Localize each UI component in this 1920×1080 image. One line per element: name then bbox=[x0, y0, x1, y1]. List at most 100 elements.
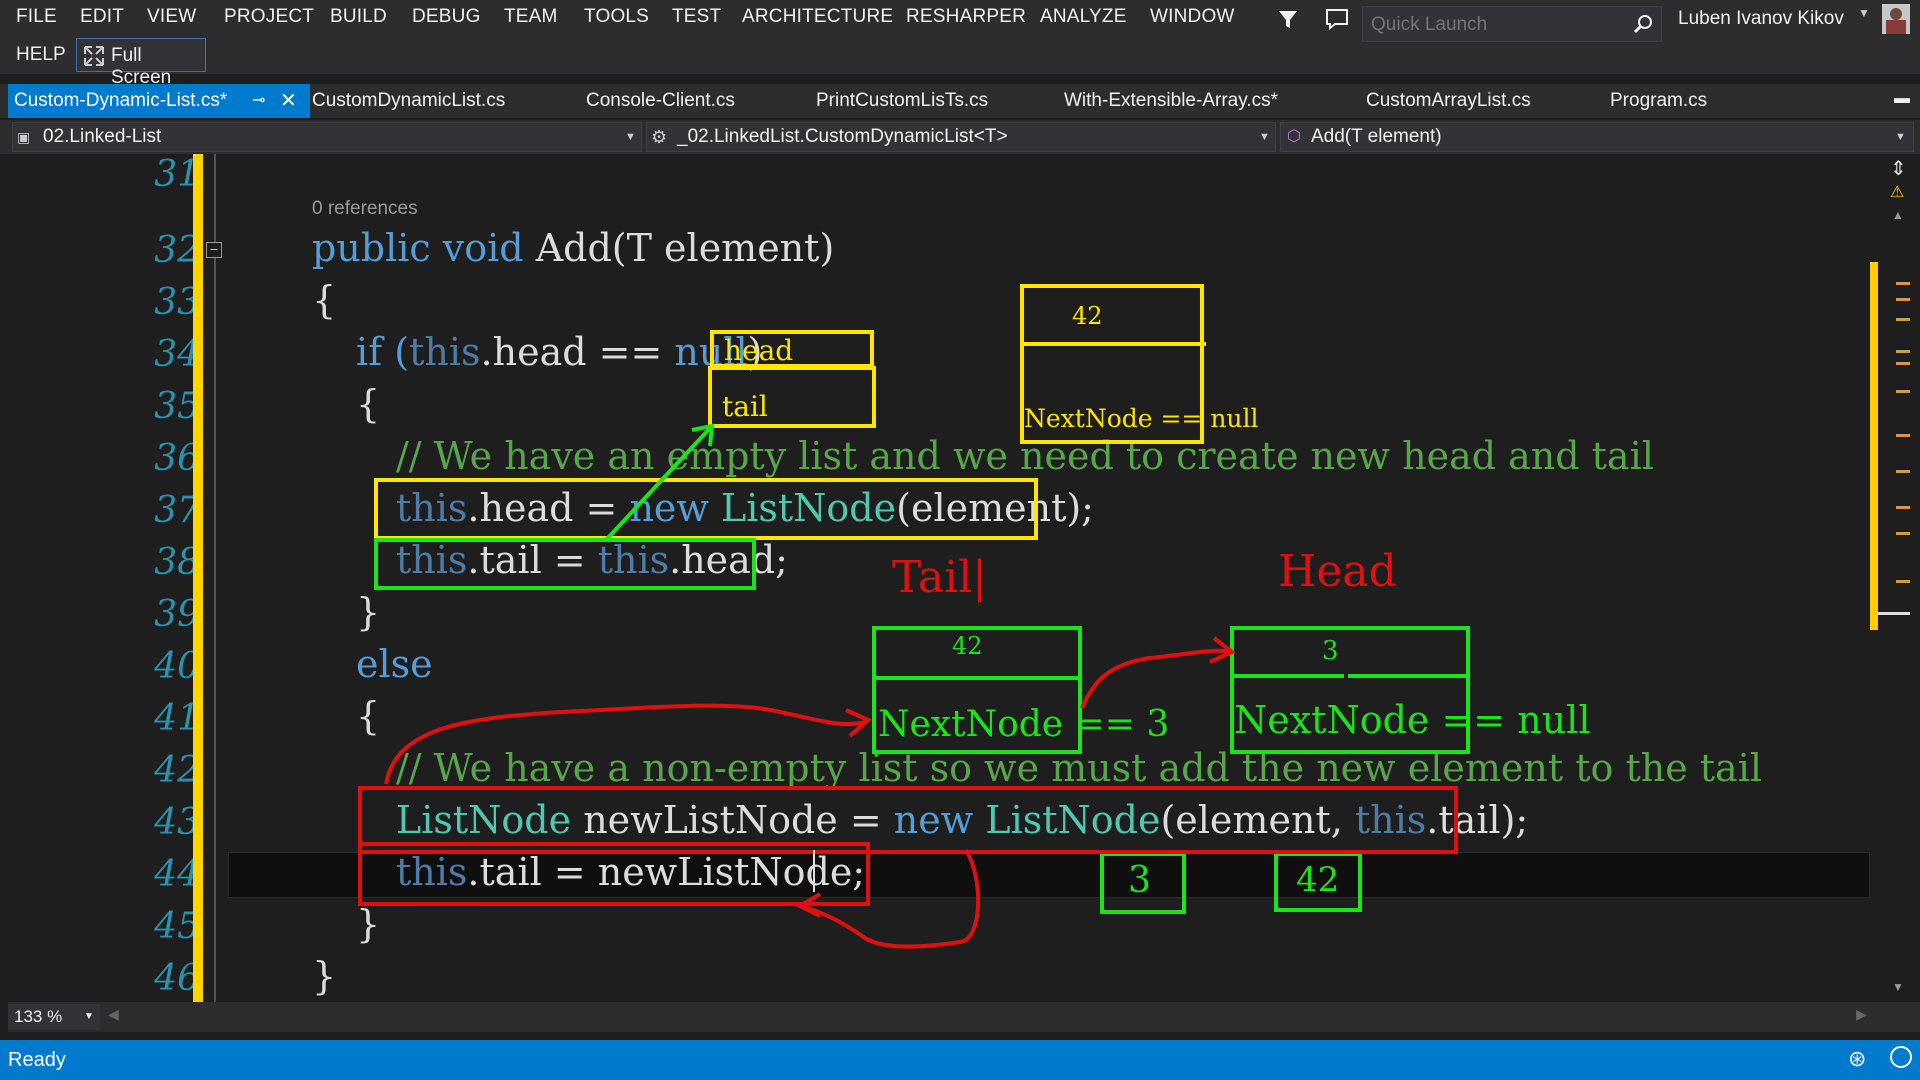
tab-printcustomlists[interactable]: PrintCustomLisTs.cs bbox=[816, 84, 988, 118]
code-line-40: else bbox=[356, 642, 433, 686]
menu-analyze[interactable]: ANALYZE bbox=[1040, 6, 1127, 28]
project-name: 02.Linked-List bbox=[43, 126, 162, 147]
horizontal-scrollbar[interactable]: ◀ ▶ bbox=[8, 1002, 1920, 1032]
menu-bar: FILE EDIT VIEW PROJECT BUILD DEBUG TEAM … bbox=[0, 0, 1920, 88]
tab-customdynamiclist[interactable]: CustomDynamicList.cs bbox=[312, 84, 505, 118]
class-icon: ⚙ bbox=[651, 127, 668, 147]
scroll-marker bbox=[1896, 470, 1910, 473]
menu-team[interactable]: TEAM bbox=[504, 6, 558, 28]
annotation-box-42: 42 bbox=[1296, 860, 1340, 900]
line-number: 40 bbox=[154, 646, 200, 687]
scroll-marker bbox=[1896, 282, 1910, 285]
scroll-down-icon[interactable]: ▼ bbox=[1892, 980, 1904, 994]
menu-view[interactable]: VIEW bbox=[147, 6, 196, 28]
menu-window[interactable]: WINDOW bbox=[1150, 6, 1235, 28]
publish-icon[interactable]: ⊛ bbox=[1848, 1046, 1866, 1072]
code-line-32: public void Add(T element) bbox=[312, 226, 835, 270]
scroll-marker bbox=[1896, 390, 1910, 393]
quick-launch-input[interactable] bbox=[1369, 11, 1623, 39]
user-dropdown-icon[interactable]: ▼ bbox=[1858, 6, 1870, 20]
annotation-node-value: 42 bbox=[1072, 302, 1103, 330]
tab-program[interactable]: Program.cs bbox=[1610, 84, 1707, 118]
scroll-marker bbox=[1896, 350, 1910, 353]
feedback-icon[interactable] bbox=[1325, 8, 1349, 30]
menu-edit[interactable]: EDIT bbox=[80, 6, 124, 28]
filter-icon[interactable] bbox=[1278, 10, 1298, 30]
notification-icon[interactable] bbox=[1890, 1046, 1912, 1068]
scroll-marker bbox=[1896, 318, 1910, 321]
line-number: 43 bbox=[154, 802, 200, 843]
scroll-marker bbox=[1896, 434, 1910, 437]
class-name: _02.LinkedList.CustomDynamicList<T> bbox=[677, 126, 1008, 147]
scrollbar-thumb[interactable] bbox=[1870, 262, 1878, 630]
annotation-node2-value: 3 bbox=[1322, 636, 1339, 666]
line-number: 45 bbox=[154, 906, 200, 947]
project-dropdown[interactable]: ▣ 02.Linked-List ▼ bbox=[12, 122, 642, 152]
scroll-marker bbox=[1896, 298, 1910, 301]
quick-launch-box bbox=[1362, 6, 1662, 42]
menu-tools[interactable]: TOOLS bbox=[584, 6, 649, 28]
chevron-down-icon: ▼ bbox=[1259, 131, 1270, 143]
line-number: 34 bbox=[154, 334, 200, 375]
split-icon[interactable]: ⇕ bbox=[1890, 156, 1907, 181]
avatar[interactable] bbox=[1882, 4, 1910, 34]
code-line-43: ListNode newListNode = new ListNode(elem… bbox=[396, 798, 1529, 842]
tab-custom-dynamic-list[interactable]: Custom-Dynamic-List.cs* ⊸ ✕ bbox=[8, 84, 310, 118]
menu-test[interactable]: TEST bbox=[672, 6, 721, 28]
code-line-35: { bbox=[356, 382, 381, 426]
menu-build[interactable]: BUILD bbox=[330, 6, 387, 28]
code-line-37: this.head = new ListNode(element); bbox=[396, 486, 1094, 530]
menu-project[interactable]: PROJECT bbox=[224, 6, 314, 28]
menu-debug[interactable]: DEBUG bbox=[412, 6, 481, 28]
document-tabs: Custom-Dynamic-List.cs* ⊸ ✕ CustomDynami… bbox=[0, 84, 1920, 118]
search-icon[interactable] bbox=[1633, 14, 1653, 34]
annotation-head: head bbox=[724, 334, 794, 367]
scroll-marker bbox=[1896, 362, 1910, 365]
class-dropdown[interactable]: ⚙ _02.LinkedList.CustomDynamicList<T> ▼ bbox=[646, 122, 1276, 152]
tab-overflow-icon[interactable]: ▬ bbox=[1894, 90, 1910, 108]
tab-label: Custom-Dynamic-List.cs* bbox=[14, 90, 228, 111]
code-line-42-comment: // We have a non-empty list so we must a… bbox=[396, 746, 1763, 790]
tab-with-extensible-array[interactable]: With-Extensible-Array.cs* bbox=[1064, 84, 1278, 118]
pin-icon[interactable]: ⊸ bbox=[252, 84, 265, 118]
menu-file[interactable]: FILE bbox=[16, 6, 57, 28]
scroll-right-icon[interactable]: ▶ bbox=[1856, 1006, 1867, 1023]
chevron-down-icon: ▼ bbox=[84, 1011, 94, 1022]
zoom-level-dropdown[interactable]: 133 % ▼ bbox=[8, 1004, 100, 1030]
full-screen-button[interactable]: Full Screen bbox=[76, 38, 206, 88]
menu-resharper[interactable]: RESHARPER bbox=[906, 6, 1026, 28]
codelens-references[interactable]: 0 references bbox=[312, 198, 418, 220]
menu-help[interactable]: HELP bbox=[16, 44, 66, 66]
line-number: 39 bbox=[154, 594, 200, 635]
user-name[interactable]: Luben Ivanov Kikov bbox=[1678, 8, 1844, 30]
annotation-node2-next: NextNode == null bbox=[1234, 698, 1591, 742]
member-name: Add(T element) bbox=[1311, 126, 1442, 147]
tab-customarraylist[interactable]: CustomArrayList.cs bbox=[1366, 84, 1531, 118]
line-number: 46 bbox=[154, 958, 200, 999]
code-line-34: if (this.head == null) bbox=[356, 330, 763, 374]
scroll-up-icon[interactable]: ▲ bbox=[1892, 208, 1904, 222]
method-icon: ⬡ bbox=[1287, 128, 1301, 145]
code-line-38: this.tail = this.head; bbox=[396, 538, 788, 582]
full-screen-label: Full Screen bbox=[111, 45, 172, 88]
menu-architecture[interactable]: ARCHITECTURE bbox=[742, 6, 893, 28]
scroll-marker bbox=[1896, 532, 1910, 535]
tab-console-client[interactable]: Console-Client.cs bbox=[586, 84, 735, 118]
csharp-project-icon: ▣ bbox=[17, 129, 31, 145]
code-line-33: { bbox=[312, 278, 337, 322]
close-icon[interactable]: ✕ bbox=[280, 84, 297, 118]
chevron-down-icon: ▼ bbox=[1895, 131, 1906, 143]
annotation-box-3: 3 bbox=[1128, 860, 1151, 901]
scroll-left-icon[interactable]: ◀ bbox=[108, 1006, 119, 1023]
line-number: 36 bbox=[154, 438, 200, 479]
chevron-down-icon: ▼ bbox=[625, 131, 636, 143]
zoom-value: 133 % bbox=[14, 1007, 63, 1026]
code-line-44: this.tail = newListNode; bbox=[396, 850, 866, 894]
change-tracking-bar bbox=[193, 154, 203, 1002]
collapse-toggle[interactable]: − bbox=[206, 242, 222, 258]
member-dropdown[interactable]: ⬡ Add(T element) ▼ bbox=[1280, 122, 1914, 152]
line-number: 38 bbox=[154, 542, 200, 583]
warning-icon[interactable]: ⚠ bbox=[1890, 182, 1904, 202]
code-line-41: { bbox=[356, 694, 381, 738]
line-number: 37 bbox=[154, 490, 200, 531]
